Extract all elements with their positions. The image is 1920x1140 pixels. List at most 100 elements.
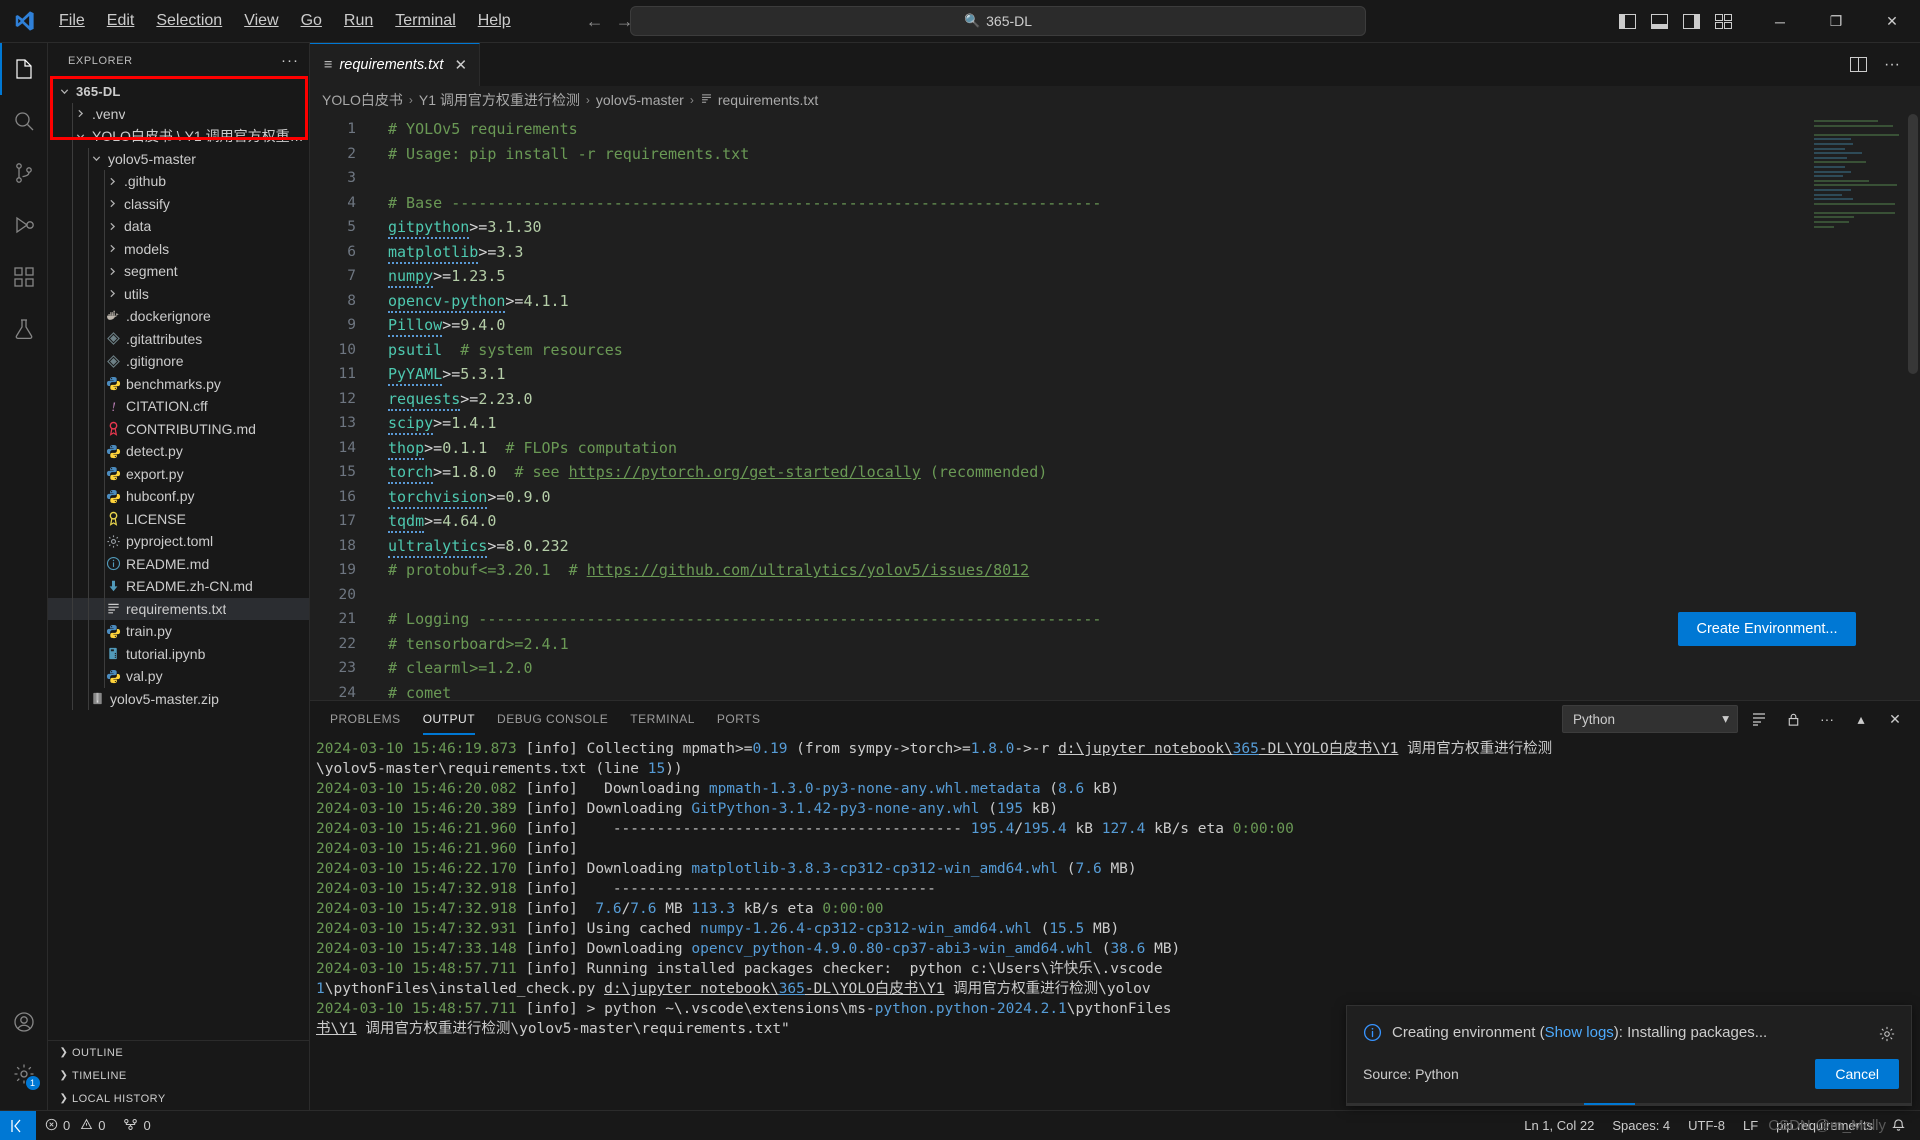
tree-file-gitattributes[interactable]: .gitattributes: [48, 327, 309, 350]
activity-run-debug[interactable]: [0, 199, 48, 251]
tree-file-license[interactable]: LICENSE: [48, 507, 309, 530]
show-logs-link[interactable]: Show logs: [1545, 1024, 1614, 1041]
chevron-down-icon[interactable]: [88, 153, 104, 164]
tree-folder-utils[interactable]: utils: [48, 282, 309, 305]
menu-file[interactable]: File: [48, 8, 96, 34]
notification-toast[interactable]: Creating environment (Show logs): Instal…: [1346, 1005, 1912, 1106]
tree-folder-yolo-y1[interactable]: YOLO白皮书 \ Y1 调用官方权重进行...: [48, 125, 309, 148]
menu-edit[interactable]: Edit: [96, 8, 146, 34]
chevron-right-icon[interactable]: [104, 266, 120, 277]
tree-folder-segment[interactable]: segment: [48, 260, 309, 283]
status-ports[interactable]: 0: [114, 1111, 159, 1140]
tree-folder-data[interactable]: data: [48, 215, 309, 238]
panel-tab-ports[interactable]: PORTS: [717, 701, 761, 737]
indentation[interactable]: Spaces: 4: [1603, 1111, 1679, 1140]
menu-selection[interactable]: Selection: [145, 8, 233, 34]
panel-tab-output[interactable]: OUTPUT: [422, 701, 476, 737]
command-center-search[interactable]: 🔍 365-DL: [630, 6, 1366, 36]
menu-view[interactable]: View: [233, 8, 289, 34]
tree-file-train-py[interactable]: train.py: [48, 620, 309, 643]
tree-file-dockerignore[interactable]: .dockerignore: [48, 305, 309, 328]
chevron-right-icon[interactable]: [104, 288, 120, 299]
tree-file-citation-cff[interactable]: ! CITATION.cff: [48, 395, 309, 418]
tree-file-hubconf-py[interactable]: hubconf.py: [48, 485, 309, 508]
minimize-button[interactable]: ─: [1752, 0, 1808, 43]
tree-file-yolov5-master-zip[interactable]: yolov5-master.zip: [48, 687, 309, 710]
tree-file-benchmarks-py[interactable]: benchmarks.py: [48, 372, 309, 395]
toggle-primary-sidebar-icon[interactable]: [1612, 7, 1642, 37]
clear-output-icon[interactable]: [1746, 706, 1772, 732]
output-channel-select[interactable]: Python ▾: [1562, 705, 1738, 733]
encoding[interactable]: UTF-8: [1679, 1111, 1734, 1140]
maximize-button[interactable]: ❐: [1808, 0, 1864, 43]
minimap[interactable]: [1814, 120, 1906, 310]
toggle-panel-icon[interactable]: [1644, 7, 1674, 37]
back-icon[interactable]: ←: [582, 8, 608, 34]
editor-scrollbar-vertical[interactable]: [1908, 114, 1918, 374]
panel-more-actions-icon[interactable]: ···: [1814, 706, 1840, 732]
chevron-right-icon[interactable]: [104, 221, 120, 232]
chevron-down-icon[interactable]: [56, 86, 72, 97]
cancel-button[interactable]: Cancel: [1815, 1059, 1899, 1089]
section-timeline[interactable]: ❯ TIMELINE: [48, 1064, 309, 1087]
toggle-secondary-sidebar-icon[interactable]: [1676, 7, 1706, 37]
tree-folder-models[interactable]: models: [48, 237, 309, 260]
chevron-right-icon[interactable]: [72, 108, 88, 119]
split-editor-icon[interactable]: [1844, 51, 1872, 79]
tree-file-tutorial-ipynb[interactable]: tutorial.ipynb: [48, 642, 309, 665]
menu-help[interactable]: Help: [467, 8, 522, 34]
tab-requirements-txt[interactable]: ≡ requirements.txt ✕: [310, 43, 481, 86]
panel-tab-problems[interactable]: PROBLEMS: [330, 701, 401, 737]
close-panel-icon[interactable]: ✕: [1882, 706, 1908, 732]
tree-file-readme-md[interactable]: README.md: [48, 552, 309, 575]
explorer-more-icon[interactable]: ···: [281, 52, 299, 69]
section-outline[interactable]: ❯ OUTLINE: [48, 1041, 309, 1064]
tree-file-readme-zh-cn-md[interactable]: README.zh-CN.md: [48, 575, 309, 598]
breadcrumb-item[interactable]: yolov5-master: [596, 92, 684, 108]
activity-source-control[interactable]: [0, 147, 48, 199]
menu-run[interactable]: Run: [333, 8, 384, 34]
tree-folder-yolov5-master[interactable]: yolov5-master: [48, 147, 309, 170]
remote-indicator[interactable]: [0, 1110, 36, 1140]
panel-tab-terminal[interactable]: TERMINAL: [630, 701, 695, 737]
chevron-right-icon[interactable]: [104, 198, 120, 209]
notification-bell-icon[interactable]: [1882, 1111, 1920, 1140]
gear-icon[interactable]: [1875, 1022, 1899, 1046]
chevron-right-icon[interactable]: [104, 176, 120, 187]
breadcrumb-item[interactable]: YOLO白皮书: [322, 90, 403, 110]
tree-file-requirements-txt[interactable]: requirements.txt: [48, 597, 309, 620]
activity-testing[interactable]: [0, 303, 48, 355]
tree-folder-365-dl[interactable]: 365-DL: [48, 80, 309, 103]
tree-folder-classify[interactable]: classify: [48, 192, 309, 215]
maximize-panel-icon[interactable]: ▴: [1848, 706, 1874, 732]
activity-explorer[interactable]: [0, 43, 48, 95]
activity-accounts[interactable]: [0, 996, 48, 1048]
file-tree[interactable]: 365-DL .venv YOLO白皮书 \ Y1 调用官方权重进行... yolov…: [48, 78, 309, 1040]
eol[interactable]: LF: [1734, 1111, 1767, 1140]
tree-file-contributing-md[interactable]: CONTRIBUTING.md: [48, 417, 309, 440]
close-button[interactable]: ✕: [1864, 0, 1920, 43]
menu-go[interactable]: Go: [290, 8, 333, 34]
breadcrumb-item[interactable]: Y1 调用官方权重进行检测: [419, 90, 580, 110]
tree-file-val-py[interactable]: val.py: [48, 665, 309, 688]
tree-folder-venv[interactable]: .venv: [48, 102, 309, 125]
activity-settings[interactable]: 1: [0, 1048, 48, 1100]
more-actions-icon[interactable]: ···: [1878, 51, 1906, 79]
customize-layout-icon[interactable]: [1708, 7, 1738, 37]
breadcrumb-item[interactable]: requirements.txt: [700, 92, 818, 108]
activity-extensions[interactable]: [0, 251, 48, 303]
activity-search[interactable]: [0, 95, 48, 147]
tree-file-detect-py[interactable]: detect.py: [48, 440, 309, 463]
panel-tab-debug-console[interactable]: DEBUG CONSOLE: [497, 701, 608, 737]
panel-tabs[interactable]: PROBLEMS OUTPUT DEBUG CONSOLE TERMINAL PORTS: [330, 701, 761, 737]
create-environment-button[interactable]: Create Environment...: [1678, 612, 1856, 646]
section-local-history[interactable]: ❯ LOCAL HISTORY: [48, 1087, 309, 1110]
close-icon[interactable]: ✕: [454, 56, 467, 74]
lock-icon[interactable]: [1780, 706, 1806, 732]
menu-terminal[interactable]: Terminal: [384, 8, 466, 34]
tree-file-pyproject-toml[interactable]: pyproject.toml: [48, 530, 309, 553]
chevron-down-icon[interactable]: [72, 131, 88, 142]
tree-folder-github[interactable]: .github: [48, 170, 309, 193]
breadcrumb[interactable]: YOLO白皮书 › Y1 调用官方权重进行检测 › yolov5-master › requ…: [310, 86, 1920, 114]
status-problems[interactable]: 0 0: [36, 1111, 114, 1140]
